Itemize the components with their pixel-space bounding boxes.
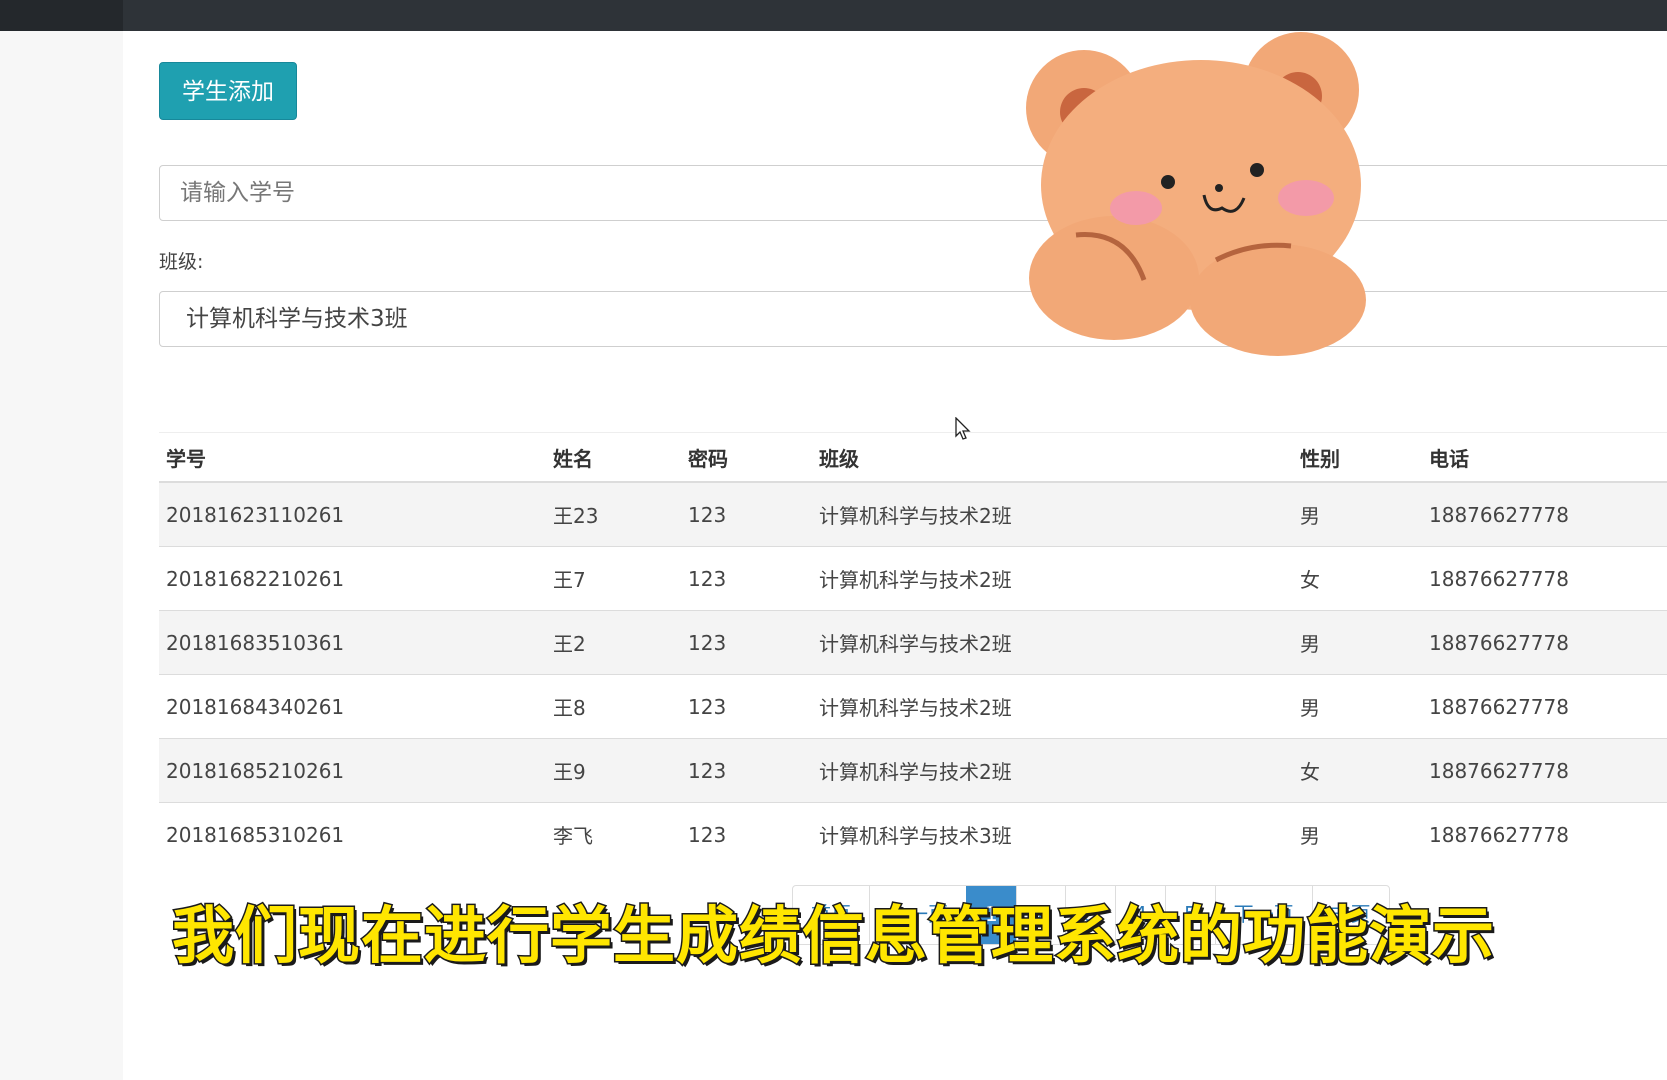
cell-class: 计算机科学与技术2班 [812,674,1293,739]
cell-class: 计算机科学与技术2班 [812,738,1293,803]
header-student-id: 学号 [159,432,546,483]
cell-gender: 男 [1293,610,1422,675]
cell-name: 李飞 [546,802,681,866]
cell-student-id: 20181685210261 [159,738,546,803]
header-gender: 性别 [1293,432,1422,483]
video-subtitle: 我们现在进行学生成绩信息管理系统的功能演示 [170,898,1495,974]
cell-phone: 18876627778 [1422,738,1667,803]
table-row[interactable]: 20181623110261 王23 123 计算机科学与技术2班 男 1887… [159,481,1667,547]
cell-student-id: 20181683510361 [159,610,546,675]
table-row[interactable]: 20181685210261 王9 123 计算机科学与技术2班 女 18876… [159,738,1667,803]
student-id-search-input[interactable] [159,165,1667,221]
class-filter-select[interactable]: 计算机科学与技术3班 [159,291,1667,347]
header-password: 密码 [681,432,812,483]
cell-password: 123 [681,546,812,611]
cell-gender: 男 [1293,481,1422,547]
cell-student-id: 20181684340261 [159,674,546,739]
students-table: 学号 姓名 密码 班级 性别 电话 20181623110261 王23 123… [159,432,1667,866]
header-name: 姓名 [546,432,681,483]
top-navbar [0,0,1667,31]
cell-name: 王2 [546,610,681,675]
table-row[interactable]: 20181683510361 王2 123 计算机科学与技术2班 男 18876… [159,610,1667,675]
cell-student-id: 20181682210261 [159,546,546,611]
cell-gender: 男 [1293,802,1422,866]
table-row[interactable]: 20181685310261 李飞 123 计算机科学与技术3班 男 18876… [159,802,1667,866]
cell-phone: 18876627778 [1422,610,1667,675]
cell-gender: 女 [1293,738,1422,803]
cell-name: 王8 [546,674,681,739]
header-phone: 电话 [1422,432,1667,483]
cell-password: 123 [681,481,812,547]
cell-password: 123 [681,674,812,739]
cell-class: 计算机科学与技术2班 [812,546,1293,611]
cell-password: 123 [681,738,812,803]
mouse-pointer-icon [955,417,971,440]
cell-name: 王9 [546,738,681,803]
cell-phone: 18876627778 [1422,802,1667,866]
cell-phone: 18876627778 [1422,481,1667,547]
header-class: 班级 [812,432,1293,483]
teddy-bear-sticker-icon [1026,32,1366,356]
cell-name: 王7 [546,546,681,611]
table-row[interactable]: 20181684340261 王8 123 计算机科学与技术2班 男 18876… [159,674,1667,739]
cell-student-id: 20181623110261 [159,481,546,547]
cell-class: 计算机科学与技术3班 [812,802,1293,866]
table-header-row: 学号 姓名 密码 班级 性别 电话 [159,432,1667,483]
table-row[interactable]: 20181682210261 王7 123 计算机科学与技术2班 女 18876… [159,546,1667,611]
cell-name: 王23 [546,481,681,547]
cell-student-id: 20181685310261 [159,802,546,866]
cell-password: 123 [681,610,812,675]
class-filter-label: 班级: [159,251,204,273]
cell-class: 计算机科学与技术2班 [812,481,1293,547]
cell-class: 计算机科学与技术2班 [812,610,1293,675]
cell-phone: 18876627778 [1422,674,1667,739]
navbar-brand-area [0,0,123,31]
add-student-button[interactable]: 学生添加 [159,62,297,120]
cell-phone: 18876627778 [1422,546,1667,611]
cell-gender: 男 [1293,674,1422,739]
cell-gender: 女 [1293,546,1422,611]
cell-password: 123 [681,802,812,866]
